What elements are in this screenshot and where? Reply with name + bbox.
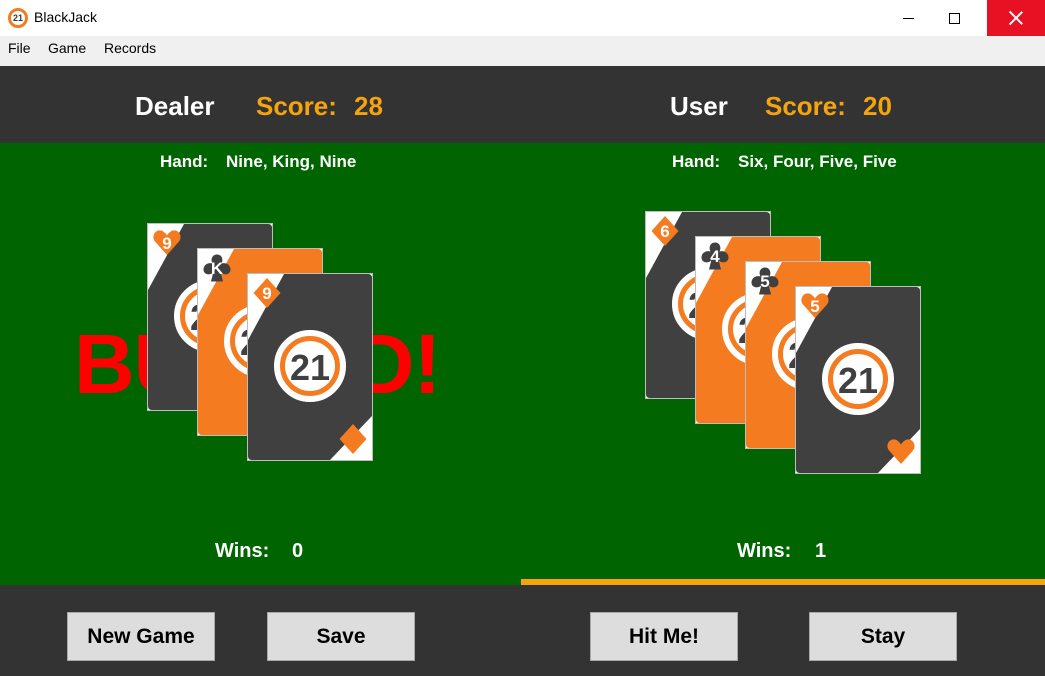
- user-wins-label: Wins:: [737, 540, 792, 562]
- menu-file[interactable]: File: [6, 40, 33, 56]
- card-rank: 4: [710, 247, 720, 266]
- card-rank: 5: [760, 272, 769, 291]
- user-hand-value: Six, Four, Five, Five: [738, 152, 897, 171]
- user-label: User: [670, 91, 728, 121]
- dealer-score-label: Score:: [256, 91, 337, 121]
- maximize-button[interactable]: [931, 0, 977, 36]
- score-header: Dealer Score: 28 User Score: 20: [0, 66, 1045, 143]
- close-icon: [1009, 11, 1023, 25]
- card-rank: 6: [660, 222, 669, 241]
- card-logo-text: 21: [290, 347, 330, 388]
- save-button[interactable]: Save: [267, 612, 415, 661]
- minimize-button[interactable]: [885, 0, 931, 36]
- dealer-wins-label: Wins:: [215, 540, 270, 562]
- dealer-hand-value: Nine, King, Nine: [226, 152, 357, 171]
- dealer-wins-value: 0: [292, 540, 304, 562]
- window-title: BlackJack: [34, 9, 98, 25]
- blackjack-21-icon: 21: [8, 8, 28, 28]
- card-rank: 9: [262, 284, 271, 303]
- user-wins-value: 1: [815, 540, 827, 562]
- user-hand-label: Hand:: [672, 152, 721, 171]
- new-game-button[interactable]: New Game: [67, 612, 215, 661]
- action-bar: New Game Save Hit Me! Stay: [0, 585, 1045, 676]
- card-logo-text: 21: [838, 360, 878, 401]
- stay-button[interactable]: Stay: [809, 612, 957, 661]
- user-score-value: 20: [863, 91, 892, 121]
- playing-card: 21 9: [247, 273, 373, 461]
- menu-bar: File Game Records: [0, 36, 1045, 66]
- menu-game[interactable]: Game: [46, 40, 88, 56]
- hit-me-button[interactable]: Hit Me!: [590, 612, 738, 661]
- menu-records[interactable]: Records: [102, 40, 158, 56]
- card-rank: 5: [810, 297, 819, 316]
- minimize-icon: [902, 17, 914, 19]
- close-button[interactable]: [987, 0, 1045, 36]
- app-icon-text: 21: [12, 13, 23, 23]
- maximize-icon: [948, 12, 960, 24]
- dealer-label: Dealer: [135, 91, 215, 121]
- title-bar: 21 BlackJack: [0, 0, 1045, 36]
- dealer-score-value: 28: [354, 91, 383, 121]
- user-score-label: Score:: [765, 91, 846, 121]
- dealer-hand-label: Hand:: [160, 152, 209, 171]
- playing-card: 21 5: [795, 286, 921, 474]
- card-rank: 9: [162, 234, 171, 253]
- card-rank: K: [211, 259, 224, 278]
